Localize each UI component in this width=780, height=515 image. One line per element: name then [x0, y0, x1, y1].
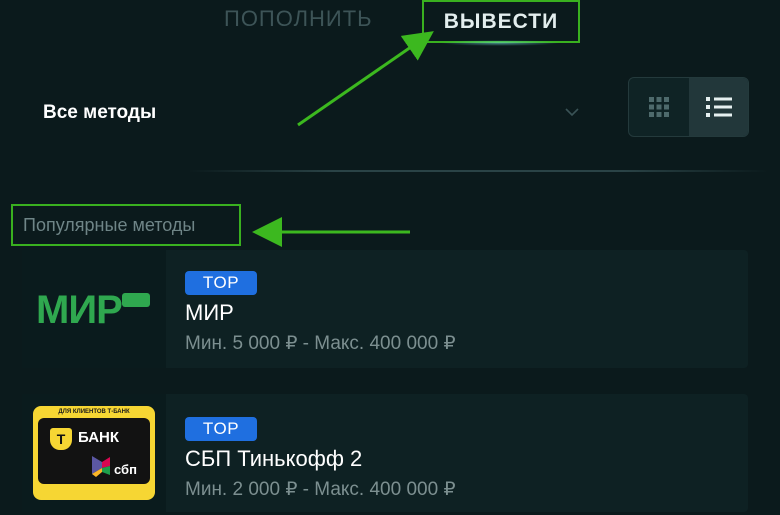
- tbank-name: БАНК: [78, 429, 120, 446]
- top-badge: TOP: [185, 417, 257, 441]
- grid-icon: [649, 97, 669, 117]
- methods-filter-select[interactable]: Все методы: [20, 84, 600, 142]
- sbp-icon: [92, 456, 110, 477]
- chevron-down-icon: [565, 108, 579, 117]
- filter-label: Все методы: [43, 102, 157, 123]
- method-name: СБП Тинькофф 2: [185, 446, 363, 471]
- method-card-mir[interactable]: МИР TOP МИР Мин. 5 000 ₽ - Макс. 400 000…: [22, 250, 748, 368]
- tbank-top-text: ДЛЯ КЛИЕНТОВ Т-БАНК: [58, 409, 130, 415]
- divider: [188, 170, 768, 172]
- list-icon: [706, 97, 732, 117]
- grid-view-button[interactable]: [629, 78, 689, 136]
- tab-deposit[interactable]: ПОПОЛНИТЬ: [224, 6, 373, 32]
- tab-withdraw[interactable]: ВЫВЕСТИ: [422, 0, 580, 43]
- sbp-label: сбп: [114, 462, 137, 477]
- list-view-button[interactable]: [689, 78, 748, 136]
- method-limits: Мин. 5 000 ₽ - Макс. 400 000 ₽: [185, 333, 456, 354]
- section-title: Популярные методы: [11, 204, 241, 246]
- method-card-sbp-tinkoff[interactable]: ДЛЯ КЛИЕНТОВ Т-БАНК Т БАНК сбп TOP СБП Т…: [22, 394, 748, 512]
- method-name: МИР: [185, 300, 234, 325]
- payment-tabs: ПОПОЛНИТЬ ВЫВЕСТИ: [0, 0, 780, 46]
- method-limits: Мин. 2 000 ₽ - Макс. 400 000 ₽: [185, 479, 456, 500]
- tbank-logo: ДЛЯ КЛИЕНТОВ Т-БАНК Т БАНК сбп: [22, 394, 166, 512]
- mir-logo-text: МИР: [36, 289, 122, 329]
- mir-logo: МИР: [22, 250, 166, 368]
- active-tab-indicator: [440, 40, 560, 46]
- mir-logo-image: МИР: [36, 289, 150, 329]
- tbank-card-image: ДЛЯ КЛИЕНТОВ Т-БАНК Т БАНК сбп: [33, 406, 155, 500]
- top-badge: TOP: [185, 271, 257, 295]
- tbank-inner: Т БАНК сбп: [38, 418, 150, 484]
- tbank-shield-icon: Т: [50, 428, 72, 450]
- view-toggle: [628, 77, 749, 137]
